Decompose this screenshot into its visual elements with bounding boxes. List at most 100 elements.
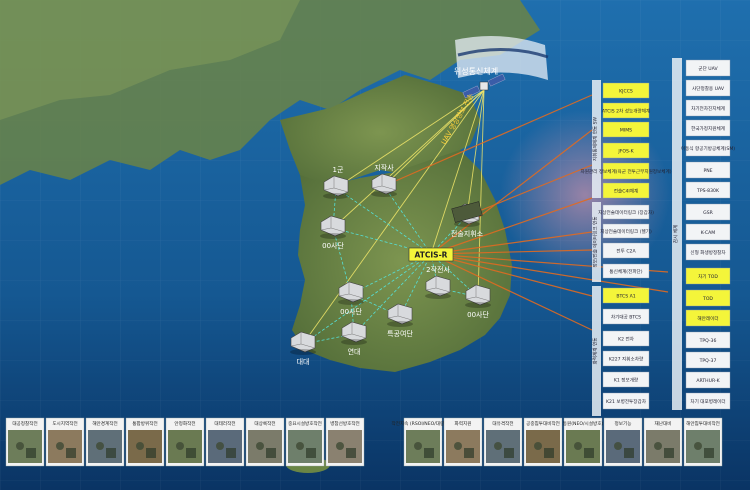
command-node[interactable]: 지작사 xyxy=(371,163,397,197)
system-box[interactable]: 지상전술데이터링크 (장갑차) xyxy=(598,204,654,220)
thumbnail-label: 대테러작전 xyxy=(214,420,235,427)
system-box[interactable]: 사단정찰용 UAV xyxy=(685,79,731,97)
system-box[interactable]: TPQ-37 xyxy=(685,351,731,369)
system-box[interactable]: ATCIS 2차 성능개량체계 xyxy=(602,102,650,119)
operation-thumbnails-right: 작전지속 (RSOI/NEO/대량살상) 화력지원 대유격작전 공중침투대비작전 동원(… xyxy=(392,417,723,467)
thumbnail-figure xyxy=(534,442,542,450)
system-box[interactable]: MIMS xyxy=(602,121,650,138)
operation-thumbnail[interactable]: 해안경계작전 xyxy=(85,417,125,467)
operation-thumbnail[interactable]: 동원(NEO/시설방호) xyxy=(563,417,604,467)
operation-thumbnail[interactable]: 안정화작전 xyxy=(165,417,205,467)
system-box[interactable]: 차기전차진지체계 xyxy=(685,99,731,117)
system-label: K2 전차 xyxy=(618,335,635,342)
shelter-shadow xyxy=(465,302,491,308)
shelter-shadow xyxy=(341,339,367,345)
system-label: ARTHUR-K xyxy=(696,378,720,384)
system-box[interactable]: 전술C4I체계 xyxy=(602,182,650,199)
node-label: 00사단 xyxy=(467,310,489,319)
thumbnail-figure xyxy=(226,448,236,458)
thumbnail-label: 도시지역작전 xyxy=(52,420,77,427)
thumbnail-figure xyxy=(176,442,184,450)
thumbnail-label: 통합방위작전 xyxy=(132,420,157,427)
operation-thumbnail[interactable]: 병참선방호작전 xyxy=(325,417,365,467)
thumbnail-photo xyxy=(168,430,202,463)
systems-column-right: 감시 체계 군단 UAV 사단정찰용 UAV 차기전차진지체계한국가정지원체계이동식 … xyxy=(672,58,735,410)
node-label: 전술지휘소 xyxy=(451,229,484,238)
system-box[interactable]: 해안레이더 xyxy=(685,309,731,327)
system-box[interactable]: JFOS-K xyxy=(602,142,650,159)
system-box[interactable]: K1 정보개량 xyxy=(602,371,650,388)
thumbnail-figure xyxy=(216,442,224,450)
thumbnail-photo xyxy=(48,430,82,463)
system-box[interactable]: 차기 TOD xyxy=(685,267,731,285)
atcis-r-node[interactable]: ATCIS-R xyxy=(408,247,454,262)
system-box[interactable]: K21 보병전투장갑차 xyxy=(602,392,650,410)
thumbnail-photo xyxy=(566,430,600,463)
system-label: ATCIS 2차 성능개량체계 xyxy=(602,107,650,114)
system-label: 사단정찰용 UAV xyxy=(692,85,725,92)
system-box[interactable]: 차기대공 BTCS xyxy=(602,308,650,325)
operation-thumbnail[interactable]: 대상륙작전 xyxy=(245,417,285,467)
system-box[interactable]: 차기 대포병레이더 xyxy=(685,392,731,410)
shelter-shadow xyxy=(320,233,346,239)
thumbnail-photo xyxy=(88,430,122,463)
system-label: JFOS-K xyxy=(617,148,634,154)
system-box[interactable]: 군단 UAV xyxy=(685,59,731,77)
operation-thumbnail[interactable]: 정보기능 xyxy=(603,417,643,467)
system-label: 통신체계(전파단) xyxy=(609,268,642,275)
system-box[interactable]: 지상전술데이터링크 (헬기) xyxy=(600,223,652,239)
node-label: 지작사 xyxy=(374,163,394,172)
system-box[interactable]: 통신체계(전파단) xyxy=(602,263,650,279)
system-box[interactable]: 전투 C2A xyxy=(602,242,650,259)
operation-thumbnail[interactable]: 재난대비 xyxy=(643,417,683,467)
system-box[interactable]: K2 전차 xyxy=(602,330,650,347)
system-box[interactable]: 한국가정지원체계 xyxy=(685,119,731,137)
thumbnail-figure xyxy=(624,448,634,458)
group-label: 정보/전술 데이터링크 연동 xyxy=(592,217,599,268)
node-label: 특공여단 xyxy=(387,329,413,338)
system-label: 자원관리 정보체계(육군 전투근무지원정보체계) xyxy=(580,168,671,175)
system-box[interactable]: TPQ-36 xyxy=(685,331,731,349)
thumbnail-figure xyxy=(464,448,474,458)
operation-thumbnail[interactable]: 통합방위작전 xyxy=(125,417,165,467)
system-box[interactable]: K227 지휘소차량 xyxy=(602,350,650,367)
system-box[interactable]: K-CAM xyxy=(685,223,731,241)
operation-thumbnail[interactable]: 해안침투대비작전 xyxy=(683,417,723,467)
operation-thumbnail[interactable]: 도시지역작전 xyxy=(45,417,85,467)
operation-thumbnail[interactable]: 화력지원 xyxy=(443,417,483,467)
node-label: 2작전사 xyxy=(426,265,450,274)
operation-thumbnail[interactable]: 대테러작전 xyxy=(205,417,245,467)
system-box[interactable]: BTCS A1 xyxy=(602,287,650,304)
shelter-shadow xyxy=(371,191,397,197)
thumbnail-figure xyxy=(454,442,462,450)
system-box[interactable]: 신형 화생방정찰차 xyxy=(685,243,731,261)
system-box[interactable]: TPS-830K xyxy=(685,181,731,199)
system-label: 전술C4I체계 xyxy=(614,187,638,194)
thumbnail-figure xyxy=(66,448,76,458)
command-node[interactable]: 2작전사 xyxy=(425,265,451,299)
operation-thumbnail[interactable]: 중요시설방호작전 xyxy=(285,417,325,467)
thumbnail-photo xyxy=(606,430,640,463)
system-box[interactable]: GSR xyxy=(685,203,731,221)
thumbnail-figure xyxy=(56,442,64,450)
operation-thumbnail[interactable]: 대공정찰작전 xyxy=(5,417,45,467)
operation-thumbnail[interactable]: 대유격작전 xyxy=(483,417,523,467)
system-box[interactable]: 이동식 항공기방공체계(SM) xyxy=(681,139,735,157)
thumbnail-figure xyxy=(336,442,344,450)
system-box[interactable]: TOD xyxy=(685,289,731,307)
thumbnail-figure xyxy=(424,448,434,458)
thumbnail-label: 동원(NEO/시설방호) xyxy=(563,420,604,427)
thumbnail-figure xyxy=(494,442,502,450)
system-box[interactable]: KJCCS xyxy=(602,82,650,99)
system-box[interactable]: ARTHUR-K xyxy=(685,371,731,389)
system-label: 신형 화생방정찰차 xyxy=(690,249,726,256)
thumbnail-figure xyxy=(654,442,662,450)
thumbnail-label: 공중침투대비작전 xyxy=(526,420,560,427)
system-label: BTCS A1 xyxy=(616,293,635,299)
shelter-shadow xyxy=(323,193,349,199)
operation-thumbnail[interactable]: 공중침투대비작전 xyxy=(523,417,563,467)
thumbnail-figure xyxy=(186,448,196,458)
thumbnail-label: 해안침투대비작전 xyxy=(686,420,720,427)
system-box[interactable]: PNE xyxy=(685,161,731,179)
thumbnail-figure xyxy=(306,448,316,458)
